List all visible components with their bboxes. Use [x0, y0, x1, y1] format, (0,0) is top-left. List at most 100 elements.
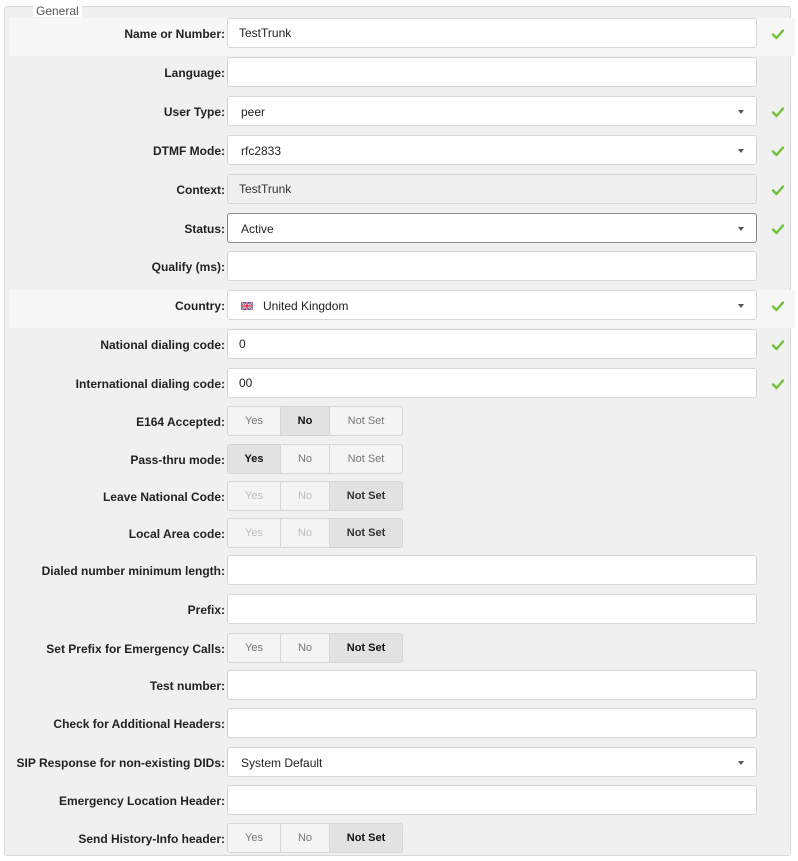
row-emergency-location-header: Emergency Location Header: — [9, 785, 795, 823]
leave-national-yes-option: Yes — [228, 482, 281, 510]
chevron-down-icon — [738, 227, 744, 231]
history-info-yes-option[interactable]: Yes — [228, 824, 281, 852]
chevron-down-icon — [738, 149, 744, 153]
set-prefix-not-set-option[interactable]: Not Set — [330, 634, 402, 662]
row-prefix: Prefix: — [9, 594, 795, 632]
valid-check-icon — [771, 224, 785, 235]
local-area-code-label: Local Area code: — [128, 527, 225, 541]
leave-national-no-option: No — [281, 482, 330, 510]
dialed-number-min-length-label: Dialed number minimum length: — [41, 564, 225, 578]
name-or-number-label: Name or Number: — [124, 27, 225, 41]
e164-no-option[interactable]: No — [281, 407, 330, 435]
pass-thru-no-option[interactable]: No — [281, 445, 330, 473]
e164-yes-option[interactable]: Yes — [228, 407, 281, 435]
set-prefix-emergency-toggle: Yes No Not Set — [227, 633, 403, 663]
set-prefix-emergency-label: Set Prefix for Emergency Calls: — [46, 642, 225, 656]
history-info-not-set-option[interactable]: Not Set — [330, 824, 402, 852]
emergency-location-header-input[interactable] — [227, 785, 757, 815]
context-input: TestTrunk — [227, 174, 757, 204]
name-or-number-input[interactable]: TestTrunk — [227, 18, 757, 48]
qualify-label: Qualify (ms): — [151, 260, 225, 274]
prefix-label: Prefix: — [187, 603, 225, 617]
country-value: United Kingdom — [263, 299, 349, 313]
prefix-input[interactable] — [227, 594, 757, 624]
row-check-additional-headers: Check for Additional Headers: — [9, 708, 795, 746]
row-leave-national-code: Leave National Code: Yes No Not Set — [9, 481, 795, 519]
send-history-info-label: Send History-Info header: — [78, 832, 225, 846]
valid-check-icon — [771, 185, 785, 196]
row-set-prefix-emergency: Set Prefix for Emergency Calls: Yes No N… — [9, 633, 795, 671]
uk-flag-icon — [241, 302, 253, 310]
sip-response-select[interactable]: System Default — [227, 747, 757, 777]
local-area-yes-option: Yes — [228, 519, 281, 547]
context-label: Context: — [176, 183, 225, 197]
set-prefix-yes-option[interactable]: Yes — [228, 634, 281, 662]
chevron-down-icon — [738, 110, 744, 114]
chevron-down-icon — [738, 304, 744, 308]
international-dialing-code-label: International dialing code: — [75, 377, 225, 391]
row-language: Language: — [9, 57, 795, 95]
dialed-number-min-length-input[interactable] — [227, 555, 757, 585]
country-label: Country: — [175, 299, 225, 313]
row-local-area-code: Local Area code: Yes No Not Set — [9, 518, 795, 556]
local-area-no-option: No — [281, 519, 330, 547]
valid-check-icon — [771, 340, 785, 351]
valid-check-icon — [771, 107, 785, 118]
user-type-value: peer — [241, 105, 266, 119]
row-context: Context: TestTrunk — [9, 174, 795, 212]
general-fieldset: General Name or Number: TestTrunk Langua… — [4, 5, 795, 856]
qualify-input[interactable] — [227, 251, 757, 281]
e164-accepted-label: E164 Accepted: — [136, 415, 225, 429]
status-select[interactable]: Active — [227, 213, 757, 243]
user-type-select[interactable]: peer — [227, 96, 757, 126]
language-label: Language: — [164, 66, 225, 80]
e164-accepted-toggle: Yes No Not Set — [227, 406, 403, 436]
national-dialing-code-input[interactable]: 0 — [227, 329, 757, 359]
leave-national-code-label: Leave National Code: — [102, 490, 225, 504]
valid-check-icon — [771, 29, 785, 40]
test-number-input[interactable] — [227, 670, 757, 700]
pass-thru-yes-option[interactable]: Yes — [228, 445, 281, 473]
international-dialing-code-input[interactable]: 00 — [227, 368, 757, 398]
national-dialing-code-label: National dialing code: — [100, 338, 225, 352]
send-history-info-toggle: Yes No Not Set — [227, 823, 403, 853]
sip-response-value: System Default — [241, 756, 323, 770]
row-e164-accepted: E164 Accepted: Yes No Not Set — [9, 406, 795, 444]
fieldset-legend: General — [33, 5, 82, 17]
row-dialed-number-min-length: Dialed number minimum length: — [9, 555, 795, 593]
test-number-label: Test number: — [149, 679, 225, 693]
user-type-label: User Type: — [163, 105, 225, 119]
language-input[interactable] — [227, 57, 757, 87]
local-area-not-set-option: Not Set — [330, 519, 402, 547]
row-test-number: Test number: — [9, 670, 795, 708]
history-info-no-option[interactable]: No — [281, 824, 330, 852]
row-send-history-info: Send History-Info header: Yes No Not Set — [9, 823, 795, 861]
row-user-type: User Type: peer — [9, 96, 795, 134]
set-prefix-no-option[interactable]: No — [281, 634, 330, 662]
row-international-dialing-code: International dialing code: 00 — [9, 368, 795, 406]
valid-check-icon — [771, 301, 785, 312]
row-qualify: Qualify (ms): — [9, 251, 795, 289]
pass-thru-not-set-option[interactable]: Not Set — [330, 445, 402, 473]
leave-national-code-toggle: Yes No Not Set — [227, 481, 403, 511]
valid-check-icon — [771, 146, 785, 157]
valid-check-icon — [771, 379, 785, 390]
row-dtmf-mode: DTMF Mode: rfc2833 — [9, 135, 795, 173]
dtmf-mode-select[interactable]: rfc2833 — [227, 135, 757, 165]
check-additional-headers-input[interactable] — [227, 708, 757, 738]
status-label: Status: — [184, 222, 225, 236]
e164-not-set-option[interactable]: Not Set — [330, 407, 402, 435]
pass-thru-mode-toggle: Yes No Not Set — [227, 444, 403, 474]
row-name-or-number: Name or Number: TestTrunk — [9, 18, 795, 56]
dtmf-mode-label: DTMF Mode: — [153, 144, 225, 158]
check-additional-headers-label: Check for Additional Headers: — [53, 717, 225, 731]
chevron-down-icon — [738, 761, 744, 765]
emergency-location-header-label: Emergency Location Header: — [58, 794, 225, 808]
row-national-dialing-code: National dialing code: 0 — [9, 329, 795, 367]
leave-national-not-set-option: Not Set — [330, 482, 402, 510]
sip-response-label: SIP Response for non-existing DIDs: — [16, 756, 225, 770]
status-value: Active — [241, 222, 274, 236]
row-pass-thru-mode: Pass-thru mode: Yes No Not Set — [9, 444, 795, 482]
country-select[interactable]: United Kingdom — [227, 290, 757, 320]
pass-thru-mode-label: Pass-thru mode: — [130, 453, 225, 467]
